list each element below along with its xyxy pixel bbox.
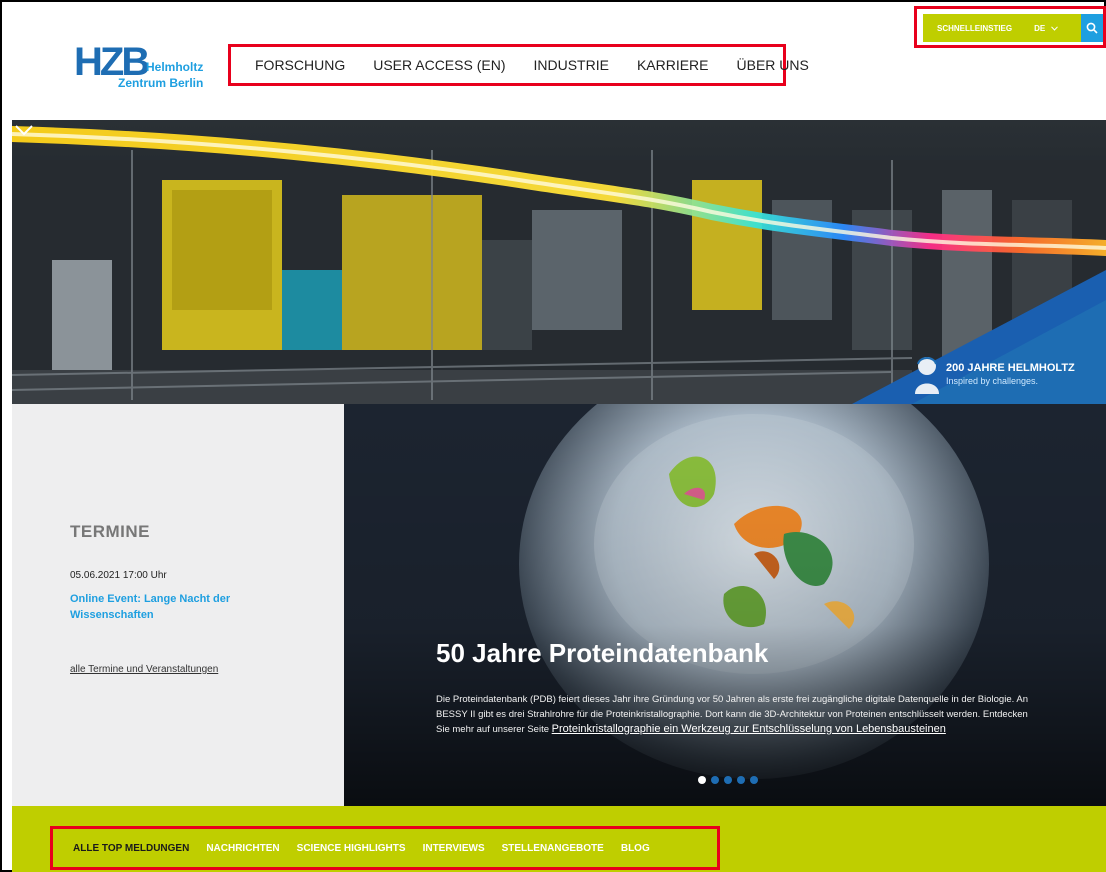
slider-dot-1[interactable] <box>698 776 706 784</box>
feature-image <box>344 404 1106 806</box>
hero-banner: 200 JAHRE HELMHOLTZ Inspired by challeng… <box>12 120 1106 404</box>
scroll-down-chevron-icon[interactable] <box>12 120 36 140</box>
nav-item-ueber-uns[interactable]: ÜBER UNS <box>737 57 809 73</box>
event-link[interactable]: Online Event: Lange Nacht der Wissenscha… <box>70 591 260 623</box>
tab-alle-top-meldungen[interactable]: ALLE TOP MELDUNGEN <box>73 843 189 854</box>
quick-access-button[interactable]: SCHNELLEINSTIEG <box>937 24 1012 33</box>
nav-item-karriere[interactable]: KARRIERE <box>637 57 709 73</box>
logo-line-2: Zentrum Berlin <box>118 76 204 90</box>
nav-item-user-access[interactable]: USER ACCESS (EN) <box>373 57 505 73</box>
main-navigation: FORSCHUNG USER ACCESS (EN) INDUSTRIE KAR… <box>228 44 809 86</box>
language-label: DE <box>1034 23 1046 33</box>
events-panel: TERMINE 05.06.2021 17:00 Uhr Online Even… <box>12 404 344 806</box>
slider-dot-4[interactable] <box>737 776 745 784</box>
slider-dot-2[interactable] <box>711 776 719 784</box>
nav-item-forschung[interactable]: FORSCHUNG <box>255 57 345 73</box>
logo-line-1: Helmholtz <box>146 60 204 74</box>
slider-dot-3[interactable] <box>724 776 732 784</box>
badge-subtitle: Inspired by challenges. <box>946 376 1039 386</box>
nav-item-industrie[interactable]: INDUSTRIE <box>533 57 608 73</box>
slider-pagination <box>698 776 758 784</box>
utility-bar: SCHNELLEINSTIEG DE <box>914 6 1106 48</box>
feature-description: Die Proteindatenbank (PDB) feiert dieses… <box>436 692 1036 737</box>
helmholtz-portrait-icon <box>915 357 939 394</box>
feature-link[interactable]: Proteinkristallographie ein Werkzeug zur… <box>552 723 946 735</box>
tab-nachrichten[interactable]: NACHRICHTEN <box>206 843 279 854</box>
hzb-logo[interactable]: HZB Helmholtz Zentrum Berlin <box>74 42 214 94</box>
all-events-link[interactable]: alle Termine und Veranstaltungen <box>70 664 218 675</box>
badge-title: 200 JAHRE HELMHOLTZ <box>946 362 1075 374</box>
tab-stellenangebote[interactable]: STELLENANGEBOTE <box>502 843 604 854</box>
utility-bar-inner: SCHNELLEINSTIEG DE <box>923 14 1103 42</box>
tab-interviews[interactable]: INTERVIEWS <box>423 843 485 854</box>
helmholtz-anniversary-badge[interactable]: 200 JAHRE HELMHOLTZ Inspired by challeng… <box>910 348 1106 404</box>
chevron-down-icon <box>1051 25 1059 31</box>
language-selector[interactable]: DE <box>1034 23 1059 33</box>
search-icon[interactable] <box>1081 14 1103 42</box>
feature-slider: 50 Jahre Proteindatenbank Die Proteindat… <box>344 404 1106 806</box>
feature-title: 50 Jahre Proteindatenbank <box>436 638 769 668</box>
event-date: 05.06.2021 17:00 Uhr <box>70 570 167 581</box>
events-title: TERMINE <box>70 522 150 541</box>
slider-dot-5[interactable] <box>750 776 758 784</box>
tab-blog[interactable]: BLOG <box>621 843 650 854</box>
news-tabs: ALLE TOP MELDUNGEN NACHRICHTEN SCIENCE H… <box>50 826 720 870</box>
tab-science-highlights[interactable]: SCIENCE HIGHLIGHTS <box>297 843 406 854</box>
